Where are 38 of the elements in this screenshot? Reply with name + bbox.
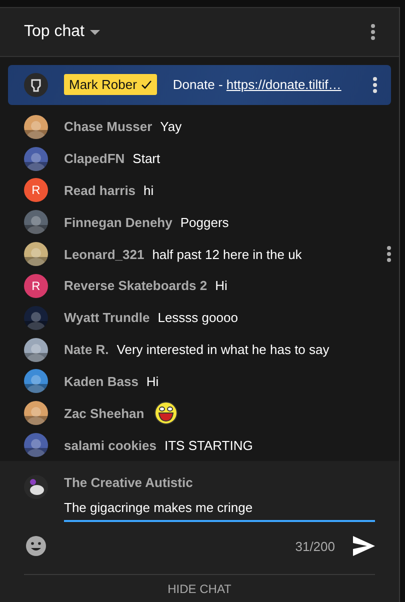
composer-author-name: The Creative Autistic xyxy=(64,475,194,490)
message-text: Hi xyxy=(146,374,159,389)
character-counter: 31/200 xyxy=(295,538,335,554)
author-name: Finnegan Denehy xyxy=(64,214,172,230)
author-badge: Mark Rober xyxy=(64,74,157,96)
message-text: Hi xyxy=(215,278,228,294)
pinned-message-text: Donate - https://donate.tiltif… xyxy=(172,77,342,92)
message-text: Yay xyxy=(160,119,182,134)
donate-link[interactable]: https://donate.tiltif… xyxy=(226,77,342,92)
dropdown-caret-icon[interactable] xyxy=(90,30,100,34)
author-name: salami cookies xyxy=(64,438,156,453)
more-menu-icon[interactable] xyxy=(387,246,392,262)
hide-chat-button[interactable]: HIDE CHAT xyxy=(160,578,240,600)
more-menu-icon[interactable] xyxy=(373,76,378,93)
message-text: Poggers xyxy=(180,214,229,230)
author-name: Read harris xyxy=(64,182,136,198)
message-text: Lessss goooo xyxy=(158,310,238,326)
message-text: Start xyxy=(132,151,160,166)
smiley-icon[interactable] xyxy=(25,535,47,557)
message-text: Very interested in what he has to say xyxy=(116,342,330,358)
avatar: R xyxy=(24,178,48,202)
message-text: ITS STARTING xyxy=(164,438,253,453)
send-icon[interactable] xyxy=(353,536,375,556)
author-name: ClapedFN xyxy=(64,151,125,166)
author-name: Zac Sheehan xyxy=(64,406,144,421)
avatar: R xyxy=(24,274,48,298)
author-name: Kaden Bass xyxy=(64,374,138,389)
more-menu-icon[interactable] xyxy=(371,24,375,40)
author-name: Chase Musser xyxy=(64,119,152,134)
author-name: Wyatt Trundle xyxy=(64,310,150,326)
message-text: half past 12 here in the uk xyxy=(152,246,302,262)
author-name: Leonard_321 xyxy=(64,246,144,262)
message-input-field[interactable]: The gigacringe makes me cringe xyxy=(64,496,375,522)
chat-mode-title[interactable]: Top chat xyxy=(24,23,84,41)
author-name: Nate R. xyxy=(64,342,109,358)
lightbulb-avatar-icon xyxy=(24,72,48,97)
author-name: Reverse Skateboards 2 xyxy=(64,278,208,294)
message-text: hi xyxy=(144,182,154,198)
